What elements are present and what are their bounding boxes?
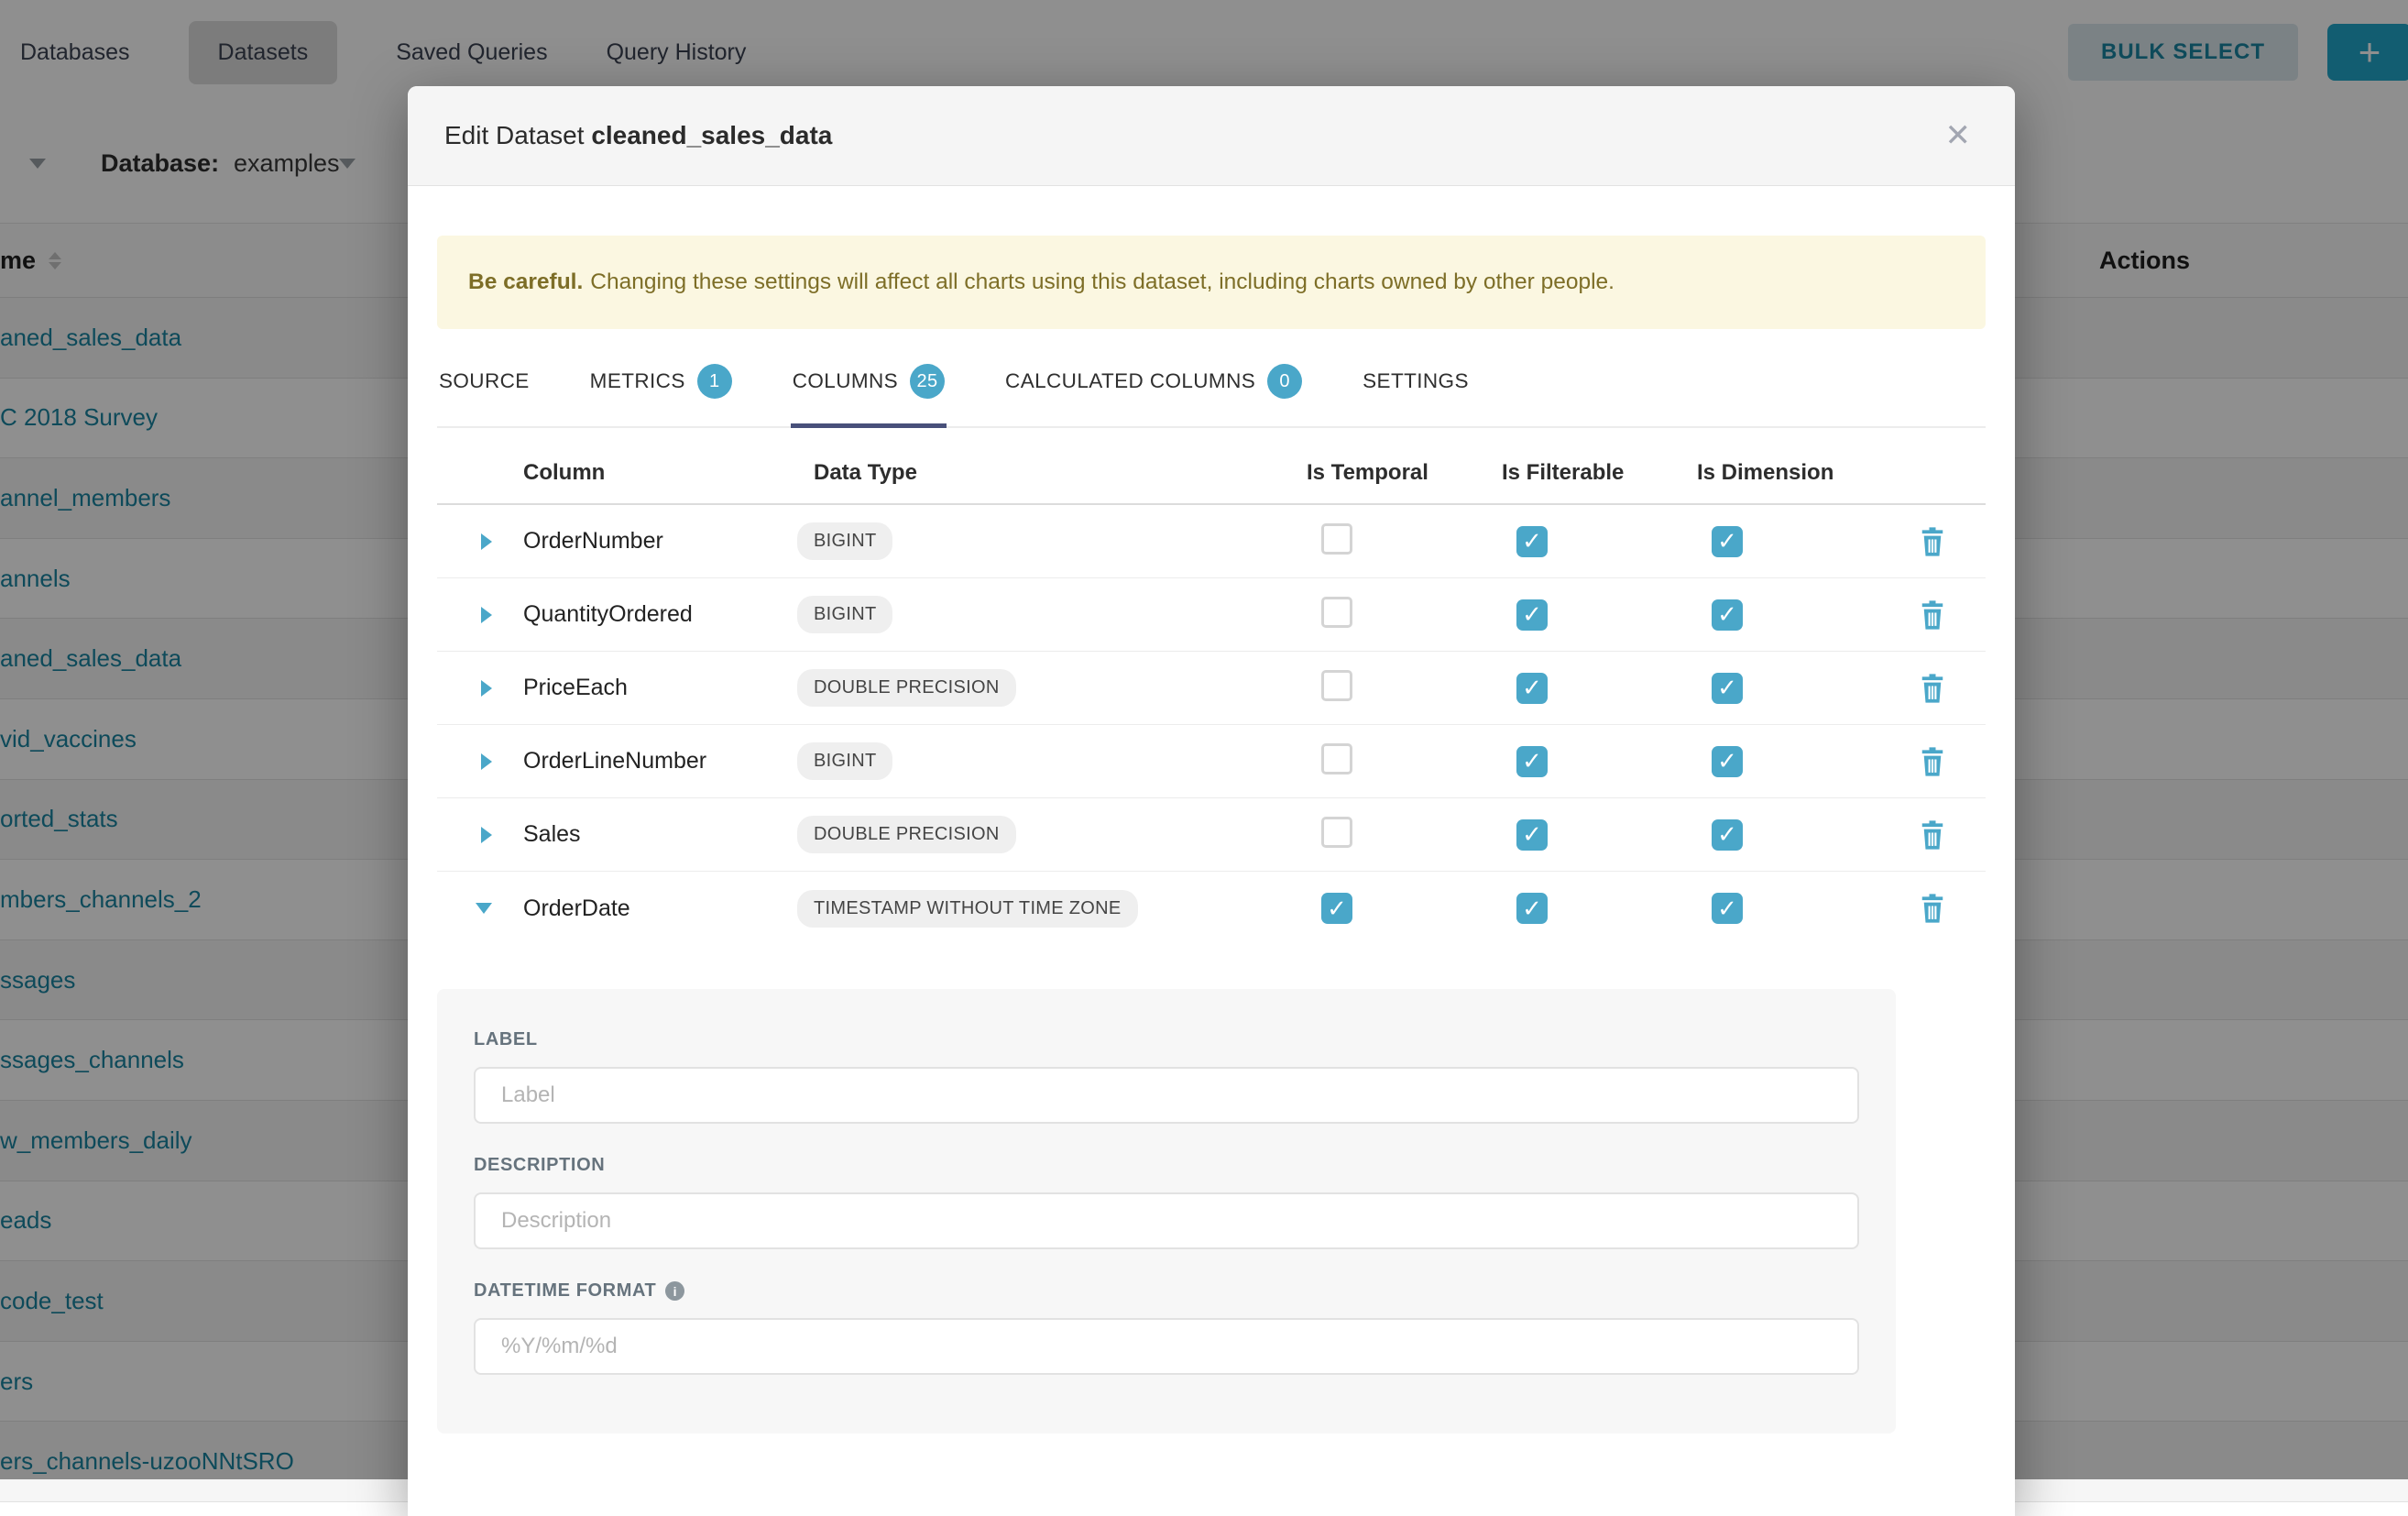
- columns-table-header: Column Data Type Is Temporal Is Filterab…: [437, 443, 1986, 505]
- tab-label: SOURCE: [439, 369, 530, 393]
- column-row: Sales DOUBLE PRECISION: [437, 798, 1986, 872]
- columns-table: Column Data Type Is Temporal Is Filterab…: [437, 443, 1986, 945]
- datetime-format-label: DATETIME FORMAT: [474, 1280, 656, 1302]
- column-name: Sales: [509, 821, 783, 848]
- column-row: PriceEach DOUBLE PRECISION: [437, 652, 1986, 725]
- data-type-pill: BIGINT: [797, 596, 892, 633]
- trash-icon[interactable]: [1919, 746, 1946, 777]
- filterable-checkbox[interactable]: [1516, 893, 1548, 924]
- temporal-checkbox[interactable]: [1321, 523, 1352, 555]
- dimension-checkbox[interactable]: [1712, 893, 1743, 924]
- data-type-pill: TIMESTAMP WITHOUT TIME ZONE: [797, 890, 1138, 928]
- collapse-caret-icon[interactable]: [476, 903, 492, 914]
- header-column: Column: [509, 460, 783, 486]
- dimension-checkbox[interactable]: [1712, 673, 1743, 704]
- column-row: QuantityOrdered BIGINT: [437, 578, 1986, 652]
- tab-metrics[interactable]: METRICS 1: [588, 347, 734, 426]
- label-input[interactable]: [474, 1067, 1859, 1124]
- filterable-checkbox[interactable]: [1516, 599, 1548, 631]
- filterable-checkbox[interactable]: [1516, 746, 1548, 777]
- dimension-checkbox[interactable]: [1712, 599, 1743, 631]
- close-icon[interactable]: ✕: [1945, 120, 1972, 151]
- info-icon[interactable]: i: [665, 1281, 684, 1301]
- header-is-dimension: Is Dimension: [1678, 460, 1879, 486]
- tab-label: METRICS: [590, 369, 685, 393]
- data-type-pill: DOUBLE PRECISION: [797, 816, 1016, 853]
- tab-label: CALCULATED COLUMNS: [1005, 369, 1255, 393]
- expand-caret-icon[interactable]: [481, 607, 492, 623]
- expand-caret-icon[interactable]: [481, 753, 492, 770]
- tab-badge: 0: [1267, 364, 1302, 399]
- filterable-checkbox[interactable]: [1516, 673, 1548, 704]
- description-field-group: DESCRIPTION: [474, 1155, 1859, 1249]
- expand-caret-icon[interactable]: [481, 680, 492, 697]
- temporal-checkbox[interactable]: [1321, 670, 1352, 701]
- data-type-pill: DOUBLE PRECISION: [797, 669, 1016, 707]
- warning-text: Changing these settings will affect all …: [590, 269, 1614, 294]
- column-name: PriceEach: [509, 675, 783, 701]
- dimension-checkbox[interactable]: [1712, 746, 1743, 777]
- column-row: OrderNumber BIGINT: [437, 505, 1986, 578]
- modal-title: Edit Dataset cleaned_sales_data: [444, 121, 832, 150]
- edit-dataset-modal: Edit Dataset cleaned_sales_data ✕ Be car…: [408, 86, 2015, 1516]
- expand-caret-icon[interactable]: [481, 533, 492, 550]
- temporal-checkbox[interactable]: [1321, 743, 1352, 774]
- trash-icon[interactable]: [1919, 673, 1946, 704]
- label-field-label: LABEL: [474, 1029, 1859, 1050]
- trash-icon[interactable]: [1919, 819, 1946, 851]
- column-name: OrderNumber: [509, 528, 783, 555]
- expand-caret-icon[interactable]: [481, 827, 492, 843]
- modal-tabs: SOURCE METRICS 1 COLUMNS 25 CALCULATED C…: [437, 347, 1986, 428]
- trash-icon[interactable]: [1919, 599, 1946, 631]
- label-field-group: LABEL: [474, 1029, 1859, 1124]
- header-data-type: Data Type: [783, 460, 1287, 486]
- tab-badge: 1: [697, 364, 732, 399]
- modal-dataset-name: cleaned_sales_data: [591, 121, 832, 149]
- description-field-label: DESCRIPTION: [474, 1155, 1859, 1176]
- description-input[interactable]: [474, 1192, 1859, 1249]
- column-detail-panel: LABEL DESCRIPTION DATETIME FORMAT i: [437, 989, 1896, 1434]
- column-row: OrderDate TIMESTAMP WITHOUT TIME ZONE: [437, 872, 1986, 945]
- dimension-checkbox[interactable]: [1712, 526, 1743, 557]
- modal-header: Edit Dataset cleaned_sales_data ✕: [408, 86, 2015, 186]
- tab-label: SETTINGS: [1363, 369, 1469, 393]
- tab-settings[interactable]: SETTINGS: [1361, 347, 1471, 426]
- tab-label: COLUMNS: [793, 369, 898, 393]
- filterable-checkbox[interactable]: [1516, 526, 1548, 557]
- modal-title-prefix: Edit Dataset: [444, 121, 585, 149]
- dimension-checkbox[interactable]: [1712, 819, 1743, 851]
- datetime-format-field-group: DATETIME FORMAT i: [474, 1280, 1859, 1375]
- column-name: QuantityOrdered: [509, 601, 783, 628]
- trash-icon[interactable]: [1919, 526, 1946, 557]
- column-name: OrderLineNumber: [509, 748, 783, 774]
- header-is-filterable: Is Filterable: [1483, 460, 1678, 486]
- trash-icon[interactable]: [1919, 893, 1946, 924]
- modal-body: Be careful. Changing these settings will …: [408, 236, 2015, 1434]
- header-is-temporal: Is Temporal: [1287, 460, 1483, 486]
- filterable-checkbox[interactable]: [1516, 819, 1548, 851]
- datetime-format-input[interactable]: [474, 1318, 1859, 1375]
- temporal-checkbox[interactable]: [1321, 817, 1352, 848]
- tab-source[interactable]: SOURCE: [437, 347, 531, 426]
- tab-calculated-columns[interactable]: CALCULATED COLUMNS 0: [1003, 347, 1304, 426]
- data-type-pill: BIGINT: [797, 742, 892, 780]
- warning-bold: Be careful.: [468, 269, 583, 294]
- data-type-pill: BIGINT: [797, 522, 892, 560]
- tab-columns[interactable]: COLUMNS 25: [791, 347, 947, 426]
- tab-badge: 25: [910, 364, 945, 399]
- column-name: OrderDate: [509, 895, 783, 922]
- columns-table-rows: OrderNumber BIGINT QuantityOrdered BIGINT Pr…: [437, 505, 1986, 945]
- column-row: OrderLineNumber BIGINT: [437, 725, 1986, 798]
- temporal-checkbox[interactable]: [1321, 597, 1352, 628]
- warning-banner: Be careful. Changing these settings will …: [437, 236, 1986, 329]
- temporal-checkbox[interactable]: [1321, 893, 1352, 924]
